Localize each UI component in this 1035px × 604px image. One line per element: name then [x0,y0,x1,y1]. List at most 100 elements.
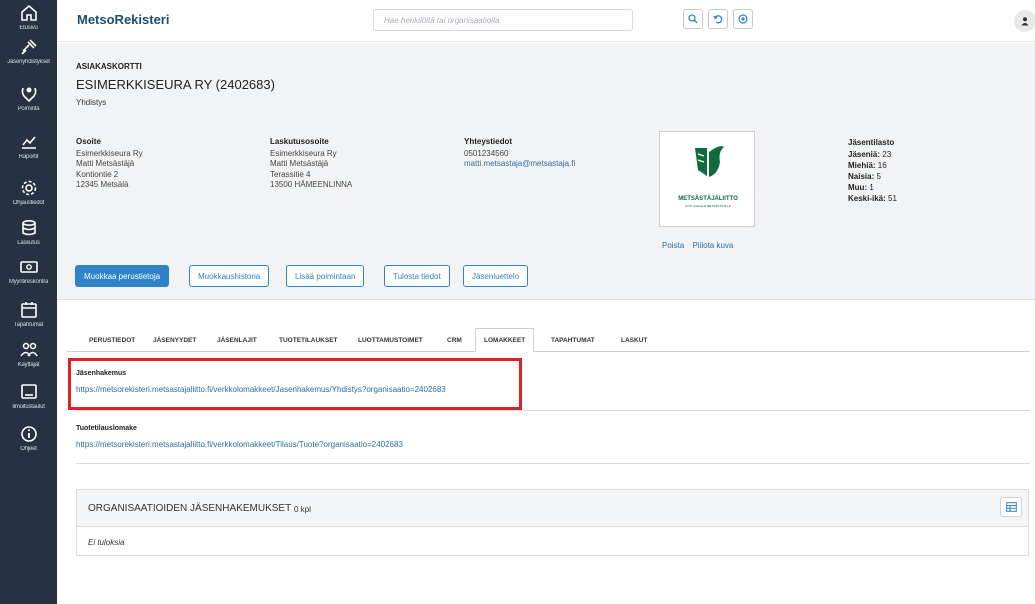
address-heading: Osoite [76,137,101,146]
contact-heading: Yhteystiedot [464,137,513,146]
form-url-link[interactable]: https://metsorekisteri.metsastajaliitto.… [76,440,403,449]
tab-jasenyydet[interactable]: JÄSENYYDET [145,328,204,352]
gear-icon [21,180,36,196]
customer-card: ASIAKASKORTTI ESIMERKKISEURA RY (2402683… [57,43,1035,300]
edit-history-button[interactable]: Muokkaushistoria [189,265,270,287]
tab-perustiedot[interactable]: PERUSTIEDOT [81,328,143,352]
tab-bar: PERUSTIEDOT JÄSENYYDET JÄSENLAJIT TUOTET… [67,328,1030,353]
nav-item-poiminta[interactable]: Poiminta [0,84,57,112]
gavel-icon [20,39,37,55]
tab-luottamustoimet[interactable]: LUOTTAMUSTOIMET [350,328,431,352]
money-icon [19,261,38,273]
stat-value: 5 [876,172,881,181]
address-line: Esimerkkiseura Ry [76,148,143,158]
nav-item-ohjeet[interactable]: Ohjeet [0,424,57,452]
nav-label: Ohjeet [20,446,37,452]
plus-icon [738,14,748,24]
remove-logo-link[interactable]: Poista [662,241,684,250]
stat-value: 51 [888,194,897,203]
billing-column: Laskutusosoite Esimerkkiseura Ry Matti M… [270,137,352,191]
history-icon [713,15,723,24]
panel-header: ORGANISAATIOIDEN JÄSENHAKEMUKSET 0 kpl [77,490,1028,527]
nav-label: Myyntireskontra [8,279,49,285]
nav-label: Käyttäjät [17,362,40,368]
history-button[interactable] [708,9,728,29]
stat-value: 1 [869,183,874,192]
add-button[interactable] [733,9,753,29]
chart-icon [21,136,36,149]
nav-label: Poiminta [17,106,40,112]
top-bar: MetsoRekisteri [57,0,1035,42]
nav-item-raportit[interactable]: Raportit [0,132,57,160]
organization-type: Yhdistys [76,98,107,107]
search-input[interactable] [373,9,633,31]
edit-basic-info-button[interactable]: Muokkaa perustietoja [75,265,170,287]
billing-line: Matti Metsästäjä [270,159,329,168]
nav-label: Etusivu [19,25,38,31]
tab-laskut[interactable]: LASKUT [613,328,655,352]
organization-name: ESIMERKKISEURA RY (2402683) [76,77,275,92]
nav-label: Ilmoitustaulut [12,404,45,410]
nav-item-laskutus[interactable]: Laskutus [0,218,57,246]
home-icon [20,4,37,21]
logo-text: METSÄSTÄJÄLIITTO [678,196,738,202]
search-icon [688,14,698,24]
applications-panel: ORGANISAATIOIDEN JÄSENHAKEMUKSET 0 kpl E… [76,489,1029,556]
address-line: Matti Metsästäjä [76,159,135,168]
stat-label: Jäseniä: [848,150,881,159]
users-icon [19,342,38,357]
table-icon [1005,502,1017,512]
brand-logo[interactable]: MetsoRekisteri [77,12,169,27]
logo-actions: Poista Piilota kuva [662,241,739,250]
stat-value: 16 [877,161,887,170]
nav-item-jasenyhdistykset[interactable]: Jäsenyhdistykset [0,37,57,65]
people-icon [21,87,36,103]
nav-item-etusivu[interactable]: Etusivu [0,3,57,31]
nav-label: Ohjaustiedot [12,200,45,206]
contact-email-link[interactable]: matti.metsastaja@metsastaja.fi [464,159,575,170]
metsastajaliitto-emblem [695,146,724,177]
tab-jasenlajit[interactable]: JÄSENLAJIT [209,328,265,352]
billing-line: Terassitie 4 [270,169,311,179]
user-icon [1021,17,1029,26]
stat-men: Miehiä: 16 [848,160,897,171]
logo-subtext: KOTI KAIKILLE METSÄSTÄJILLE [685,204,731,208]
table-view-button[interactable] [1000,497,1022,517]
search-button[interactable] [683,9,703,29]
address-column: Osoite Esimerkkiseura Ry Matti Metsästäj… [76,137,143,191]
billing-line: 13500 HÄMEENLINNA [270,180,353,189]
user-menu-button[interactable] [1014,10,1035,32]
contact-column: Yhteystiedot 0501234560 matti.metsastaja… [464,137,575,170]
stat-value: 23 [882,150,892,159]
card-kicker: ASIAKASKORTTI [76,62,142,71]
nav-item-kayttajat[interactable]: Käyttäjät [0,340,57,368]
tab-lomakkeet[interactable]: LOMAKKEET [475,328,535,353]
tab-crm[interactable]: CRM [439,328,470,352]
calendar-icon [20,302,37,318]
nav-item-myyntireskontra[interactable]: Myyntireskontra [0,257,57,285]
member-list-button[interactable]: Jäsenluettelo [463,265,529,287]
nav-label: Jäsenyhdistykset [7,59,50,65]
nav-item-ilmoitustaulut[interactable]: Ilmoitustaulut [0,382,57,410]
organization-logo: METSÄSTÄJÄLIITTO KOTI KAIKILLE METSÄSTÄJ… [659,131,755,227]
stat-other: Muu: 1 [848,182,897,193]
tab-tapahtumat[interactable]: TAPAHTUMAT [543,328,603,352]
sidebar: Etusivu Jäsenyhdistykset Poiminta Raport… [0,0,57,604]
nav-item-tapahtumat[interactable]: Tapahtumat [0,300,57,328]
stat-label: Miehiä: [848,161,876,170]
form-title: Tuotetilauslomake [76,425,137,432]
nav-item-ohjaustiedot[interactable]: Ohjaustiedot [0,178,57,206]
stat-label: Naisia: [848,172,875,181]
stat-women: Naisia: 5 [848,171,897,182]
billing-heading: Laskutusosoite [270,137,329,146]
billing-line: Esimerkkiseura Ry [270,148,337,158]
panel-title: ORGANISAATIOIDEN JÄSENHAKEMUKSET [88,503,292,514]
add-to-pick-button[interactable]: Lisää poimintaan [286,265,365,287]
stats-heading: Jäsentilasto [848,138,895,147]
stat-label: Muu: [848,183,868,192]
tab-tuotetilaukset[interactable]: TUOTETILAUKSET [271,328,346,352]
print-info-button[interactable]: Tulosta tiedot [384,265,450,287]
nav-label: Raportit [18,154,39,160]
hide-logo-link[interactable]: Piilota kuva [692,241,733,250]
address-line: 12345 Metsälä [76,180,129,189]
